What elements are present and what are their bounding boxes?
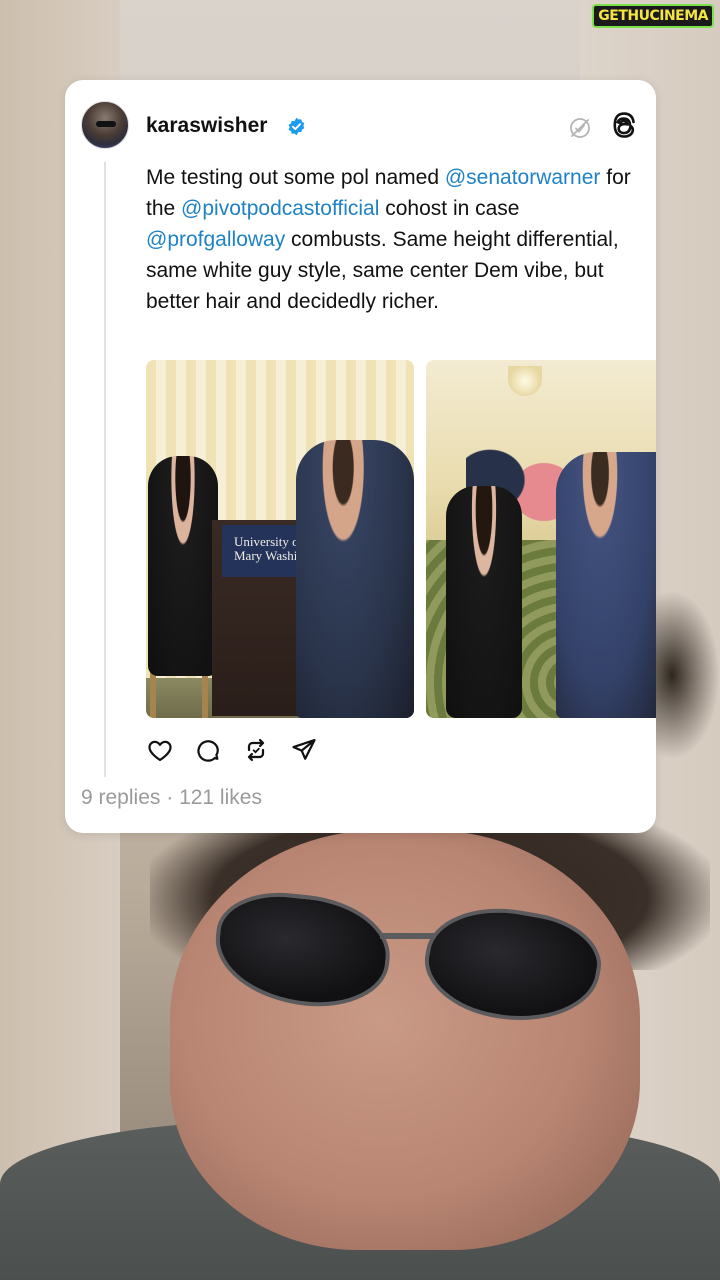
muted-icon[interactable]	[568, 116, 592, 140]
post-photo-1[interactable]: University of Mary Washin	[146, 360, 414, 718]
username[interactable]: karaswisher	[146, 114, 267, 138]
watermark-logo: GETHUCINEMA	[592, 4, 714, 28]
post-stats: 9 replies · 121 likes	[81, 786, 262, 810]
photo-person-woman	[446, 486, 522, 718]
mention-senatorwarner[interactable]: @senatorwarner	[445, 166, 601, 189]
share-icon	[292, 738, 316, 760]
repost-button[interactable]	[242, 736, 270, 764]
comment-icon	[197, 740, 219, 762]
threads-post-card[interactable]: karaswisher Me testing out some pol name…	[65, 80, 656, 833]
sunglasses	[195, 855, 615, 1035]
photo-chandelier	[508, 366, 542, 396]
replies-count[interactable]: 9 replies	[81, 786, 160, 809]
avatar[interactable]	[81, 101, 129, 149]
post-text: Me testing out some pol named @senatorwa…	[146, 162, 646, 317]
like-button[interactable]	[146, 736, 174, 764]
post-text-part: cohost in case	[379, 197, 520, 220]
post-text-part: Me testing out some pol named	[146, 166, 445, 189]
reply-button[interactable]	[194, 736, 222, 764]
heart-icon	[148, 740, 172, 762]
mention-profgalloway[interactable]: @profgalloway	[146, 228, 285, 251]
thread-line	[104, 162, 106, 777]
photo-person-woman	[148, 456, 218, 676]
photo-person-man	[556, 452, 656, 718]
post-media-carousel[interactable]: University of Mary Washin	[146, 360, 656, 718]
post-actions	[146, 736, 318, 766]
threads-logo-icon[interactable]	[609, 110, 639, 142]
verified-badge-icon	[288, 117, 305, 136]
sunglasses-left-lens	[209, 886, 396, 1014]
watermark-text: GETHUCINEMA	[598, 8, 708, 24]
repost-icon	[247, 738, 265, 762]
sunglasses-right-lens	[416, 895, 609, 1035]
photo-person-man	[296, 440, 414, 718]
mention-pivotpodcastofficial[interactable]: @pivotpodcastofficial	[181, 197, 379, 220]
post-photo-2[interactable]	[426, 360, 656, 718]
likes-count[interactable]: 121 likes	[179, 786, 262, 809]
share-button[interactable]	[290, 736, 318, 764]
stats-separator: ·	[160, 786, 180, 809]
